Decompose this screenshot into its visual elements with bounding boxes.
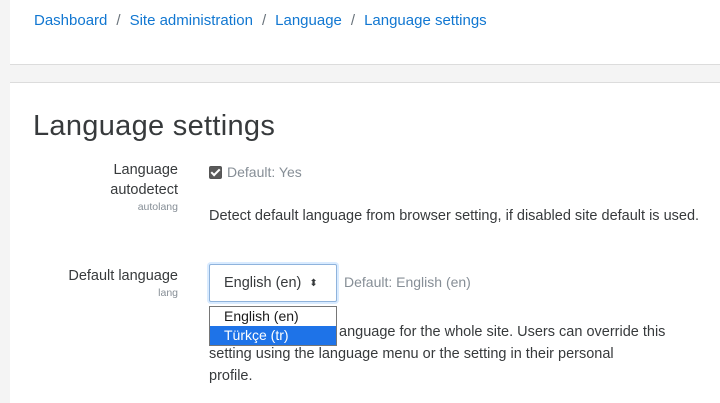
breadcrumb-dashboard[interactable]: Dashboard — [34, 12, 107, 29]
page-title: Language settings — [33, 110, 276, 142]
autodetect-setting-key: autolang — [137, 201, 178, 213]
breadcrumb: Dashboard / Site administration / Language / L… — [34, 12, 487, 29]
breadcrumb-card — [10, 0, 720, 65]
default-language-label: Default language — [68, 268, 178, 284]
breadcrumb-site-administration[interactable]: Site administration — [130, 12, 253, 29]
autodetect-description: Detect default language from browser set… — [209, 208, 700, 224]
default-language-label-group: Default language lang — [8, 266, 178, 300]
autodetect-default-text: Default: Yes — [227, 164, 302, 180]
default-language-description-line2: setting using the language menu or the s… — [209, 346, 614, 362]
default-language-selected-value: English (en) — [224, 275, 302, 291]
breadcrumb-separator: / — [116, 12, 121, 29]
autodetect-label-group: Language autodetect autolang — [8, 160, 178, 214]
autodetect-checkbox-row: Default: Yes — [209, 164, 302, 180]
default-language-setting-key: lang — [158, 287, 178, 299]
default-language-default-text: Default: English (en) — [344, 274, 471, 290]
breadcrumb-separator: / — [350, 12, 356, 29]
language-dropdown-list: English (en) Türkçe (tr) — [209, 306, 337, 346]
autodetect-label-line1: Language — [113, 162, 178, 178]
select-arrows-icon: ⬍ — [309, 277, 318, 289]
language-option-turkish[interactable]: Türkçe (tr) — [210, 326, 336, 345]
default-language-description-line3: profile. — [209, 368, 253, 384]
autodetect-checkbox[interactable] — [209, 165, 222, 179]
breadcrumb-separator: / — [261, 12, 267, 29]
breadcrumb-language[interactable]: Language — [275, 12, 342, 29]
language-option-english[interactable]: English (en) — [210, 307, 336, 326]
breadcrumb-language-settings[interactable]: Language settings — [364, 12, 487, 29]
autodetect-label-line2: autodetect — [110, 182, 178, 198]
default-language-select[interactable]: English (en) ⬍ — [209, 264, 337, 302]
